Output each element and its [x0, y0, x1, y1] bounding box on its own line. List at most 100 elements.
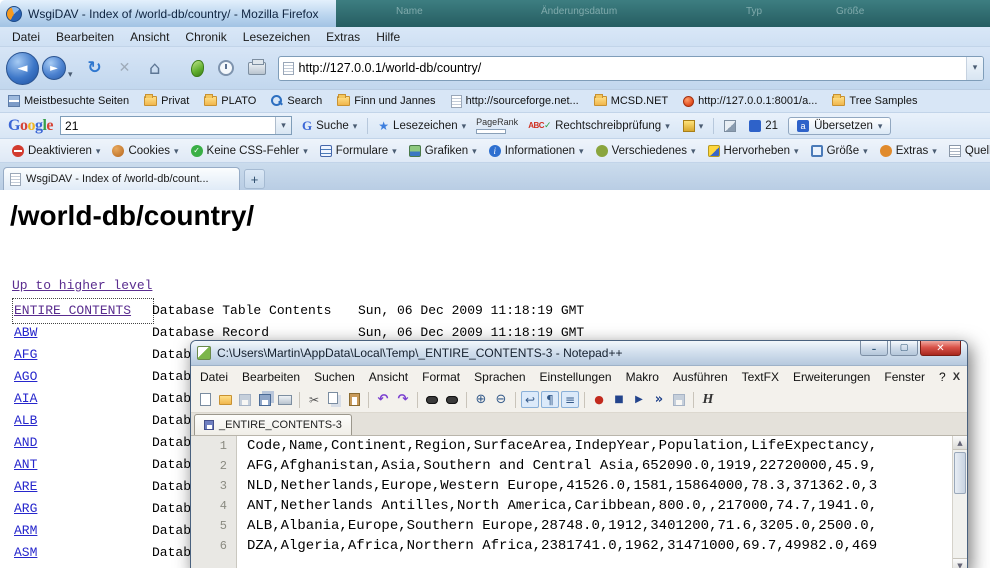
stop-macro-icon[interactable] — [610, 391, 628, 408]
npp-menu-ausfuehren[interactable]: Ausführen — [666, 368, 735, 386]
menu-lesezeichen[interactable]: Lesezeichen — [235, 28, 318, 46]
new-tab-button[interactable]: + — [244, 169, 265, 189]
paste-icon[interactable] — [345, 391, 363, 408]
show-all-chars-icon[interactable] — [541, 391, 559, 408]
reload-button[interactable] — [83, 56, 107, 80]
notepadpp-titlebar[interactable]: C:\Users\Martin\AppData\Local\Temp\_ENTI… — [191, 341, 967, 366]
npp-menu-datei[interactable]: Datei — [193, 368, 235, 386]
history-clock-icon[interactable] — [218, 60, 234, 76]
menu-extras[interactable]: Extras — [318, 28, 368, 46]
npp-menu-format[interactable]: Format — [415, 368, 467, 386]
npp-menu-suchen[interactable]: Suchen — [307, 368, 362, 386]
pagerank-widget[interactable]: PageRank — [476, 118, 518, 134]
up-to-higher-level-link[interactable]: Up to higher level — [12, 278, 152, 293]
scroll-down-arrow-icon[interactable]: ▼ — [953, 558, 967, 568]
zoom-out-icon[interactable] — [492, 391, 510, 408]
bookmark-sourceforge[interactable]: http://sourceforge.net... — [451, 95, 579, 108]
bookmark-mcsd-net[interactable]: MCSD.NET — [594, 95, 668, 107]
google-search-box[interactable] — [60, 116, 292, 135]
indent-guide-icon[interactable] — [561, 391, 579, 408]
print-icon[interactable] — [276, 391, 294, 408]
url-bar[interactable] — [278, 56, 984, 81]
google-bookmarks-button[interactable]: Lesezeichen — [375, 117, 469, 135]
back-button[interactable] — [6, 52, 39, 85]
npp-menu-makro[interactable]: Makro — [619, 368, 666, 386]
play-macro-icon[interactable] — [630, 391, 648, 408]
entry-link[interactable]: ARM — [14, 520, 152, 542]
save-icon[interactable] — [236, 391, 254, 408]
entry-link[interactable]: ASM — [14, 542, 152, 564]
npp-menu-fenster[interactable]: Fenster — [877, 368, 932, 386]
google-search-button[interactable]: GSuche — [299, 116, 360, 136]
menu-ansicht[interactable]: Ansicht — [122, 28, 177, 46]
forward-button[interactable] — [42, 56, 66, 80]
autofill-button[interactable] — [680, 118, 707, 134]
webdev-cookies[interactable]: Cookies — [106, 143, 184, 159]
npp-tab-entire-contents[interactable]: _ENTIRE_CONTENTS-3 — [194, 414, 352, 435]
translate-button[interactable]: aÜbersetzen — [788, 117, 891, 135]
npp-menu-close-document[interactable]: X — [953, 371, 960, 383]
green-addon-icon[interactable] — [191, 60, 204, 77]
menu-bearbeiten[interactable]: Bearbeiten — [48, 28, 122, 46]
scroll-up-arrow-icon[interactable]: ▲ — [953, 436, 967, 450]
npp-menu-help[interactable]: ? — [932, 368, 953, 386]
copy-icon[interactable] — [325, 391, 343, 408]
find-icon[interactable] — [423, 391, 441, 408]
run-macro-multiple-icon[interactable] — [650, 391, 668, 408]
close-button[interactable] — [920, 341, 961, 356]
zoom-in-icon[interactable] — [472, 391, 490, 408]
bookmark-privat[interactable]: Privat — [144, 95, 189, 107]
undo-icon[interactable] — [374, 391, 392, 408]
save-all-icon[interactable] — [256, 391, 274, 408]
word-wrap-icon[interactable] — [521, 391, 539, 408]
bookmark-meistbesuchte-seiten[interactable]: Meistbesuchte Seiten — [8, 95, 129, 107]
new-file-icon[interactable] — [196, 391, 214, 408]
menu-chronik[interactable]: Chronik — [177, 28, 234, 46]
history-dropdown-arrow-icon[interactable] — [68, 64, 73, 82]
counter-button[interactable]: 21 — [746, 118, 781, 134]
stop-button[interactable] — [113, 56, 137, 80]
menu-datei[interactable]: Datei — [4, 28, 48, 46]
webdev-informationen[interactable]: iInformationen — [483, 143, 590, 159]
textfx-h-icon[interactable] — [699, 391, 717, 408]
entry-link[interactable]: AFG — [14, 344, 152, 366]
minimize-button[interactable] — [860, 341, 888, 356]
entry-link[interactable]: ALB — [14, 410, 152, 432]
npp-menu-ansicht[interactable]: Ansicht — [362, 368, 415, 386]
npp-menu-sprachen[interactable]: Sprachen — [467, 368, 532, 386]
entry-link[interactable]: AGO — [14, 366, 152, 388]
bookmark-plato[interactable]: PLATO — [204, 95, 256, 107]
spellcheck-button[interactable]: ABCRechtschreibprüfung — [525, 118, 673, 134]
entry-link[interactable]: ANT — [14, 454, 152, 476]
entry-link[interactable]: ARE — [14, 476, 152, 498]
webdev-verschiedenes[interactable]: Verschiedenes — [590, 143, 702, 159]
webdev-grafiken[interactable]: Grafiken — [403, 143, 483, 159]
webdev-deaktivieren[interactable]: Deaktivieren — [6, 143, 106, 159]
entry-link[interactable]: ARG — [14, 498, 152, 520]
highlighter-button[interactable] — [721, 118, 739, 134]
npp-menu-erweiterungen[interactable]: Erweiterungen — [786, 368, 877, 386]
webdev-formulare[interactable]: Formulare — [314, 143, 403, 159]
entry-link[interactable]: AND — [14, 432, 152, 454]
cut-icon[interactable] — [305, 391, 323, 408]
url-input[interactable] — [299, 61, 966, 75]
npp-menu-einstellungen[interactable]: Einstellungen — [533, 368, 619, 386]
bookmark-finn-und-jannes[interactable]: Finn und Jannes — [337, 95, 435, 107]
entry-link[interactable]: ENTIRE CONTENTS — [14, 300, 152, 322]
entry-link[interactable]: ABW — [14, 322, 152, 344]
google-search-dropdown[interactable] — [275, 117, 291, 134]
google-search-input[interactable] — [61, 119, 275, 133]
open-file-icon[interactable] — [216, 391, 234, 408]
redo-icon[interactable] — [394, 391, 412, 408]
notepadpp-editor[interactable]: 1Code,Name,Continent,Region,SurfaceArea,… — [191, 436, 967, 568]
npp-menu-bearbeiten[interactable]: Bearbeiten — [235, 368, 307, 386]
url-dropdown-button[interactable] — [966, 57, 983, 80]
save-macro-icon[interactable] — [670, 391, 688, 408]
editor-vertical-scrollbar[interactable]: ▲ ▼ — [952, 436, 967, 568]
tab-wsgidav[interactable]: WsgiDAV - Index of /world-db/count... — [3, 167, 240, 190]
npp-menu-textfx[interactable]: TextFX — [735, 368, 786, 386]
scrollbar-thumb[interactable] — [954, 452, 966, 494]
bookmark-localhost-8001[interactable]: http://127.0.0.1:8001/a... — [683, 95, 817, 107]
webdev-hervorheben[interactable]: Hervorheben — [702, 143, 805, 159]
webdev-extras[interactable]: Extras — [874, 143, 943, 159]
